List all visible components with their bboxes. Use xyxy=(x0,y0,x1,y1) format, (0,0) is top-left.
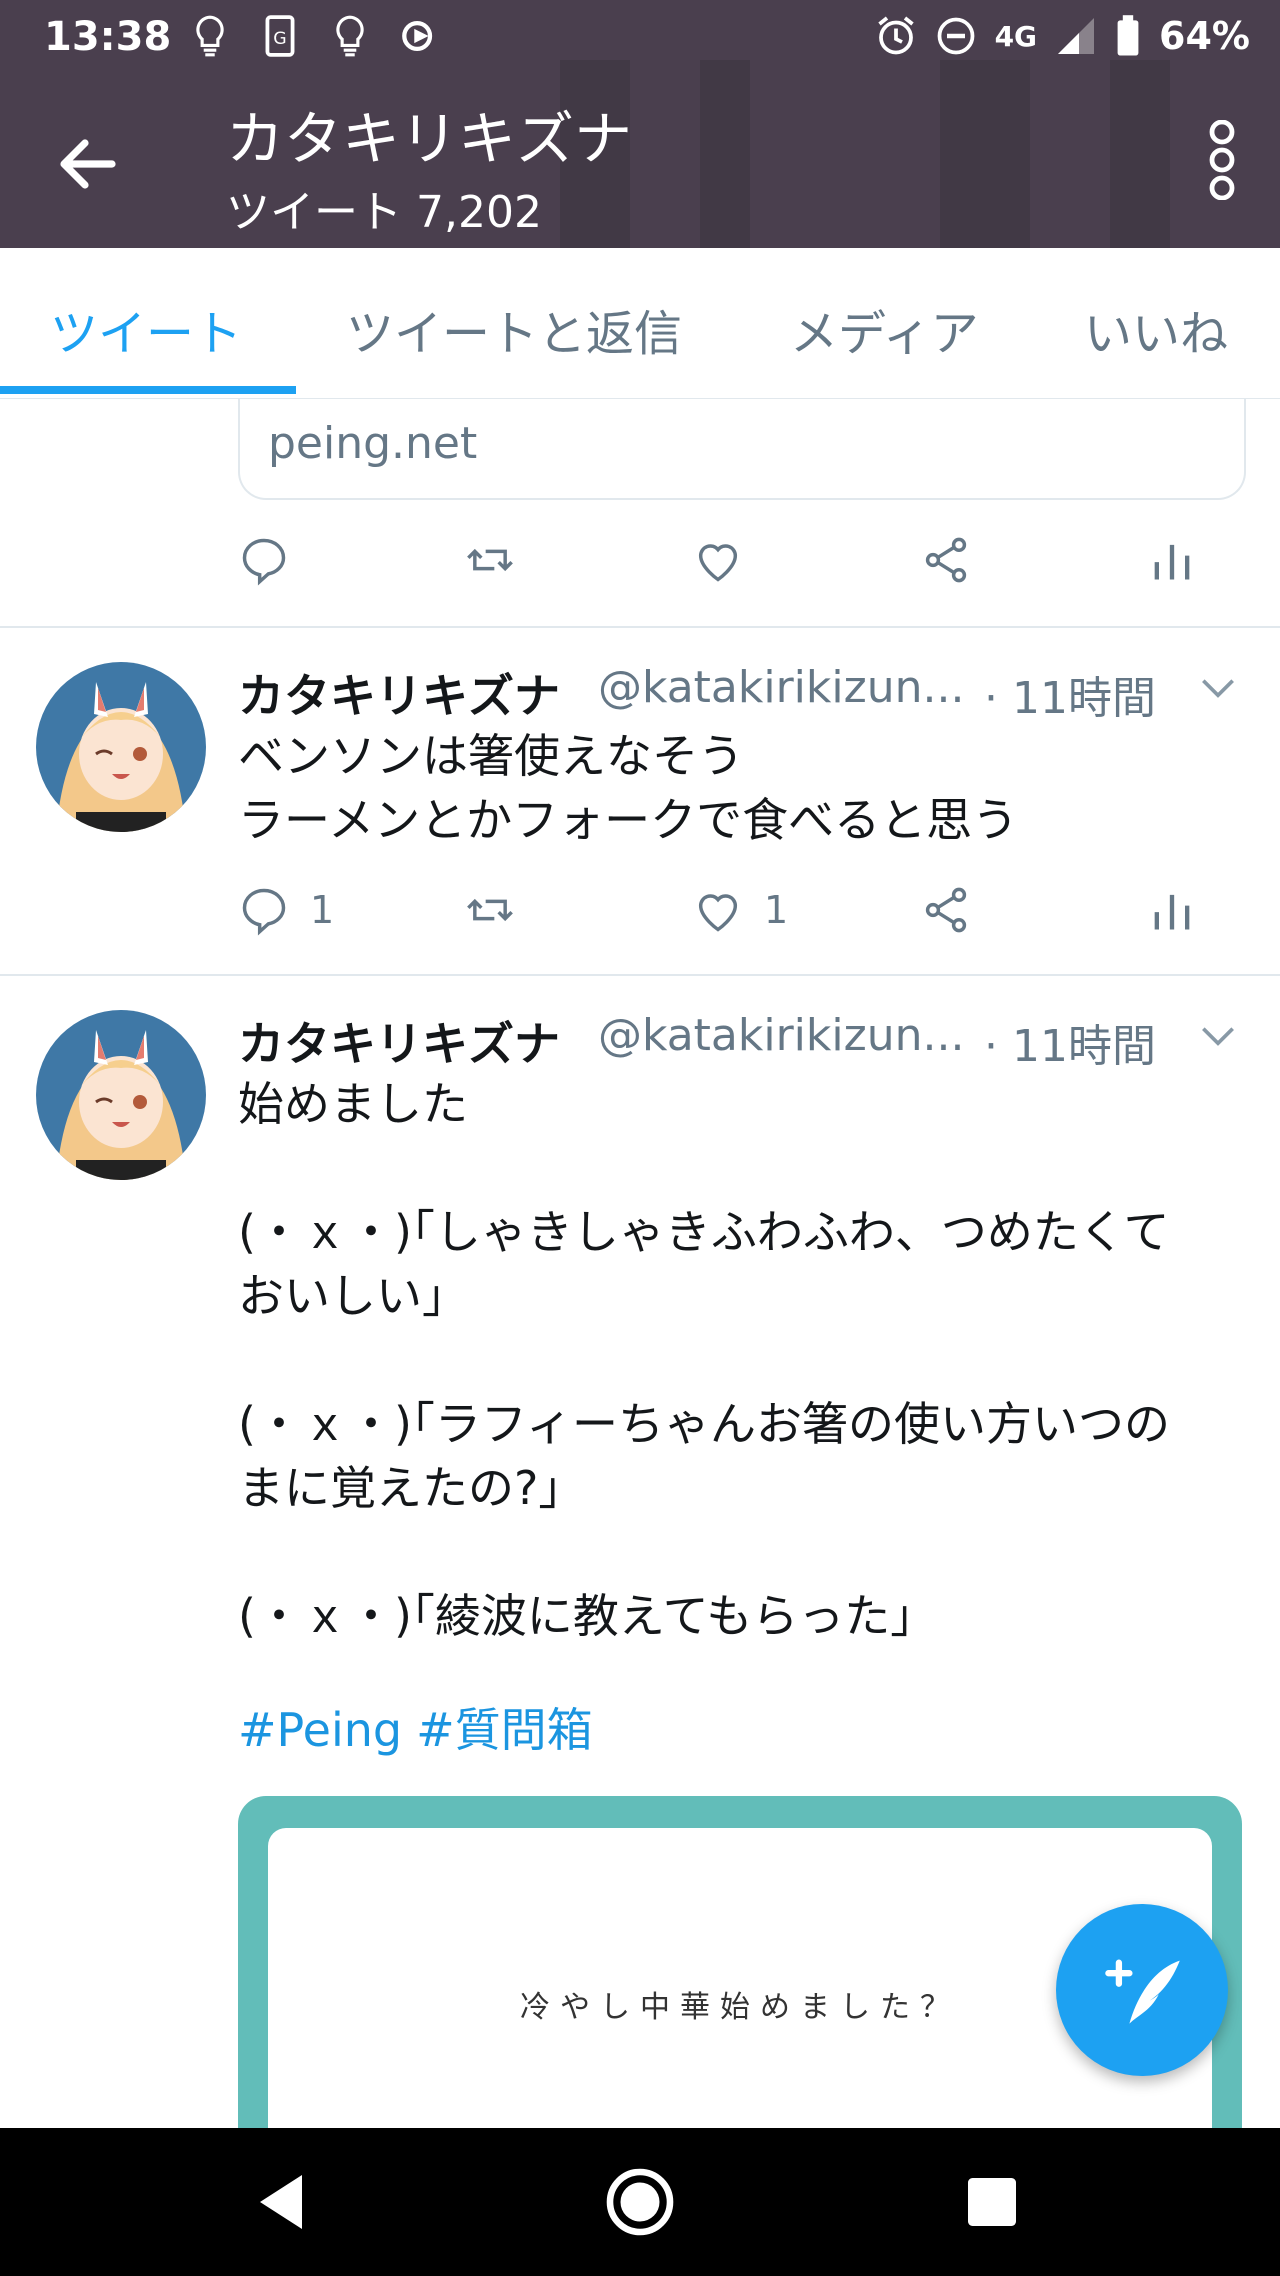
heart-icon xyxy=(698,894,738,932)
tweet-text: 始めました (・ｘ・)｢しゃきしゃきふわふわ、つめたくて おいしい｣ (・ｘ・)… xyxy=(238,1077,1170,1643)
avatar-image xyxy=(36,1010,206,1180)
link-card[interactable]: peing.net xyxy=(238,398,1246,500)
link-card-domain: peing.net xyxy=(268,418,478,469)
app-notification-icon xyxy=(402,21,433,51)
hashtags: #Peing #質問箱 xyxy=(238,1694,607,1760)
alarm-icon xyxy=(877,16,914,55)
tweet-author-name[interactable]: カタキリキズナ xyxy=(238,1008,560,1074)
reply-icon xyxy=(242,888,286,936)
reply-button[interactable]: 1 xyxy=(238,884,334,936)
status-bar: 13:38 G 4G 64% xyxy=(0,0,1280,74)
retweet-button[interactable] xyxy=(464,534,516,586)
chevron-down-icon[interactable] xyxy=(1196,1014,1240,1058)
tab-tweets[interactable]: ツイート xyxy=(50,294,242,364)
compose-tweet-button[interactable] xyxy=(1056,1904,1228,2076)
hashtag-link[interactable]: #Peing xyxy=(238,1703,402,1757)
tweet-feed[interactable]: peing.net カタキリキズナ @katakirikizun... · 11… xyxy=(0,398,1280,2128)
retweet-icon xyxy=(467,548,513,572)
tweet-author-handle[interactable]: @katakirikizun... xyxy=(598,662,964,713)
nav-home-icon[interactable] xyxy=(604,2166,676,2238)
status-time: 13:38 xyxy=(44,14,172,60)
analytics-icon xyxy=(1154,544,1190,580)
tweet-timestamp[interactable]: · 11時間 xyxy=(984,662,1156,726)
back-arrow-icon[interactable] xyxy=(52,128,124,200)
header-background-decoration xyxy=(700,60,750,248)
battery-icon xyxy=(1117,15,1139,56)
signal-icon xyxy=(1058,18,1095,54)
active-tab-indicator xyxy=(0,386,296,394)
app-header: 13:38 G 4G 64% カタキリキズナ ツイート 7,202 xyxy=(0,0,1280,248)
chevron-down-icon[interactable] xyxy=(1196,666,1240,710)
header-background-decoration xyxy=(1110,60,1170,248)
like-button[interactable] xyxy=(692,534,744,586)
tweet-timestamp[interactable]: · 11時間 xyxy=(984,1010,1156,1074)
reply-icon xyxy=(242,538,286,586)
tweet-divider xyxy=(0,974,1280,976)
tab-media[interactable]: メディア xyxy=(790,294,979,364)
like-button[interactable]: 1 xyxy=(692,884,788,936)
lightbulb-icon xyxy=(196,15,224,57)
battery-percent: 64% xyxy=(1159,14,1250,58)
reply-count: 1 xyxy=(310,888,335,932)
tab-tweets-and-replies[interactable]: ツイートと返信 xyxy=(346,294,682,364)
tweet-count: ツイート 7,202 xyxy=(226,187,542,238)
retweet-icon xyxy=(467,898,513,922)
analytics-button[interactable] xyxy=(1146,884,1198,936)
reply-button[interactable] xyxy=(238,534,290,586)
tweet-actions xyxy=(238,534,1242,604)
like-count: 1 xyxy=(764,888,789,932)
svg-text:G: G xyxy=(273,29,286,49)
tweet-author-handle[interactable]: @katakirikizun... xyxy=(598,1010,964,1061)
tweet-text: ベンソンは箸使えなそう ラーメンとかフォークで食べると思う xyxy=(238,729,1019,847)
avatar[interactable] xyxy=(36,662,206,832)
share-icon xyxy=(925,537,967,583)
share-button[interactable] xyxy=(920,884,972,936)
tab-likes[interactable]: いいね xyxy=(1084,294,1228,364)
do-not-disturb-icon xyxy=(937,17,974,55)
avatar-image xyxy=(36,662,206,832)
heart-icon xyxy=(698,544,738,582)
retweet-button[interactable] xyxy=(464,884,516,936)
analytics-button[interactable] xyxy=(1146,534,1198,586)
share-button[interactable] xyxy=(920,534,972,586)
share-icon xyxy=(925,887,967,933)
header-background-decoration xyxy=(940,60,1030,248)
compose-feather-icon xyxy=(1105,1959,1180,2024)
analytics-icon xyxy=(1154,894,1190,930)
nav-recents-icon[interactable] xyxy=(956,2166,1028,2238)
lightbulb-icon xyxy=(336,15,364,57)
sim-card-icon: G xyxy=(265,15,295,57)
tweet-author-name[interactable]: カタキリキズナ xyxy=(238,660,560,726)
tweet-actions: 1 1 xyxy=(238,884,1242,954)
more-options-icon[interactable] xyxy=(1200,120,1244,200)
system-navigation-bar xyxy=(0,2128,1280,2276)
profile-name-title: カタキリキズナ xyxy=(226,105,633,173)
hashtag-link[interactable]: #質問箱 xyxy=(416,1703,593,1757)
profile-tabs: ツイート ツイートと返信 メディア いいね xyxy=(0,248,1280,399)
avatar[interactable] xyxy=(36,1010,206,1180)
nav-back-icon[interactable] xyxy=(248,2166,320,2238)
network-type: 4G xyxy=(994,19,1038,53)
tweet-divider xyxy=(0,626,1280,628)
